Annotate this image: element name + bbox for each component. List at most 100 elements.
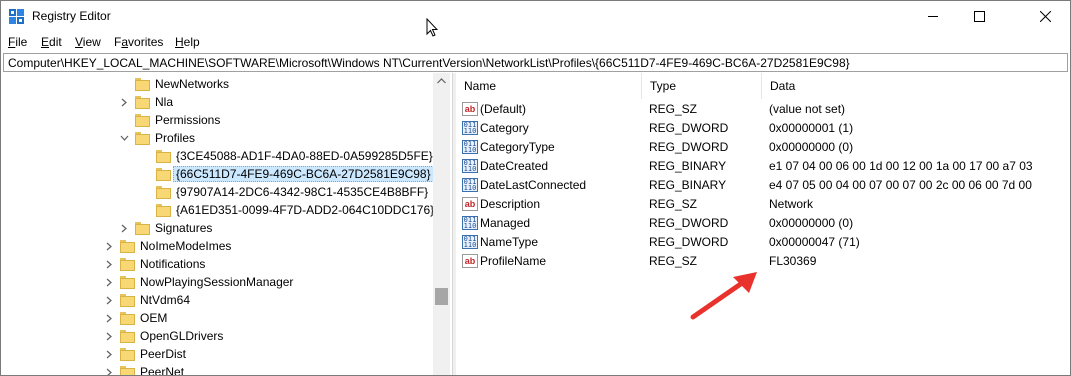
- column-header-name-label: Name: [464, 79, 497, 93]
- registry-editor-window: Registry Editor File Edit View Favorites…: [0, 0, 1071, 376]
- tree-item[interactable]: {66C511D7-4FE9-469C-BC6A-27D2581E9C98}: [140, 165, 434, 183]
- chevron-right-icon[interactable]: [119, 97, 129, 107]
- tree-item[interactable]: Permissions: [119, 111, 220, 129]
- address-bar[interactable]: Computer\HKEY_LOCAL_MACHINE\SOFTWARE\Mic…: [3, 53, 1068, 72]
- menu-view[interactable]: View: [75, 35, 101, 49]
- tree-item[interactable]: Profiles: [119, 129, 195, 147]
- value-row[interactable]: ab Description REG_SZ Network: [456, 194, 1070, 213]
- key-tree[interactable]: NewNetworks Nla Permissions Profiles {3CE450…: [2, 73, 451, 375]
- menu-edit-label: dit: [49, 35, 62, 49]
- tree-item-label: NowPlayingSessionManager: [140, 275, 294, 289]
- string-value-icon: ab: [462, 196, 478, 211]
- value-row[interactable]: 011 110 Category REG_DWORD 0x00000001 (1): [456, 118, 1070, 137]
- minimize-button[interactable]: [910, 1, 956, 32]
- binary-value-icon: 011 110: [462, 215, 478, 230]
- chevron-down-icon[interactable]: [119, 133, 129, 143]
- tree-item-label: OpenGLDrivers: [140, 329, 224, 343]
- registry-editor-icon: [9, 9, 24, 24]
- value-type: REG_DWORD: [649, 215, 729, 230]
- chevron-right-icon[interactable]: [104, 277, 114, 287]
- tree-item-label: PeerDist: [140, 347, 187, 361]
- value-row[interactable]: 011 110 NameType REG_DWORD 0x00000047 (71): [456, 232, 1070, 251]
- close-button[interactable]: [1022, 1, 1068, 32]
- menu-favorites[interactable]: Favorites: [114, 35, 163, 49]
- tree-item[interactable]: {A61ED351-0099-4F7D-ADD2-064C10DDC176}: [140, 201, 434, 219]
- maximize-icon: [973, 11, 985, 22]
- tree-item[interactable]: NewNetworks: [119, 75, 229, 93]
- menu-view-accel: V: [75, 35, 83, 49]
- menu-help[interactable]: Help: [175, 35, 200, 49]
- chevron-right-icon[interactable]: [104, 313, 114, 323]
- tree-item[interactable]: NtVdm64: [104, 291, 190, 309]
- value-type: REG_DWORD: [649, 234, 729, 249]
- tree-item-label: PeerNet: [140, 365, 185, 375]
- value-data: 0x00000000 (0): [769, 215, 854, 230]
- tree-item-label: Notifications: [140, 257, 206, 271]
- value-row[interactable]: 011 110 DateCreated REG_BINARY e1 07 04 00 0…: [456, 156, 1070, 175]
- tree-item[interactable]: Nla: [119, 93, 173, 111]
- folder-icon: [135, 95, 150, 109]
- value-type: REG_DWORD: [649, 139, 729, 154]
- column-header-data-label: Data: [770, 79, 796, 93]
- chevron-right-icon[interactable]: [104, 295, 114, 305]
- tree-item[interactable]: Signatures: [119, 219, 212, 237]
- value-name: Category: [480, 120, 529, 135]
- column-header-type[interactable]: Type: [642, 73, 762, 99]
- tree-item[interactable]: OpenGLDrivers: [104, 327, 223, 345]
- value-data: e4 07 05 00 04 00 07 00 07 00 2c 00 06 0…: [769, 177, 1032, 192]
- tree-item-label: Profiles: [155, 131, 196, 145]
- chevron-right-icon[interactable]: [104, 349, 114, 359]
- menu-file[interactable]: File: [8, 35, 27, 49]
- folder-icon: [135, 131, 150, 145]
- menu-help-accel: H: [175, 35, 184, 49]
- chevron-right-icon[interactable]: [104, 367, 114, 375]
- folder-icon: [120, 329, 135, 343]
- folder-icon: [156, 149, 171, 163]
- tree-item[interactable]: PeerDist: [104, 345, 186, 363]
- value-name: DateLastConnected: [480, 177, 587, 192]
- folder-icon: [135, 77, 150, 91]
- values-list[interactable]: Name Type Data ab (Default) REG_SZ (value n…: [456, 73, 1070, 375]
- maximize-button[interactable]: [956, 1, 1002, 32]
- scroll-up-icon[interactable]: [437, 78, 446, 84]
- tree-scrollbar[interactable]: [433, 73, 450, 375]
- chevron-right-icon[interactable]: [119, 223, 129, 233]
- menu-file-label: ile: [15, 35, 28, 49]
- menu-help-label: elp: [183, 35, 200, 49]
- tree-item[interactable]: {97907A14-2DC6-4342-98C1-4535CE4B8BFF}: [140, 183, 428, 201]
- address-path[interactable]: Computer\HKEY_LOCAL_MACHINE\SOFTWARE\Mic…: [8, 56, 850, 70]
- chevron-right-icon[interactable]: [104, 331, 114, 341]
- tree-item[interactable]: NowPlayingSessionManager: [104, 273, 293, 291]
- tree-item[interactable]: Notifications: [104, 255, 205, 273]
- value-row[interactable]: 011 110 CategoryType REG_DWORD 0x00000000 (0…: [456, 137, 1070, 156]
- value-data: 0x00000047 (71): [769, 234, 860, 249]
- value-name: DateCreated: [480, 158, 549, 173]
- binary-value-icon: 011 110: [462, 177, 478, 192]
- chevron-right-icon[interactable]: [104, 241, 114, 251]
- tree-item-label: NoImeModeImes: [140, 239, 232, 253]
- value-name: (Default): [480, 101, 527, 116]
- value-data: e1 07 04 00 06 00 1d 00 12 00 1a 00 17 0…: [769, 158, 1033, 173]
- tree-item-label: NtVdm64: [140, 293, 191, 307]
- column-header-data[interactable]: Data: [762, 73, 1070, 99]
- binary-value-icon: 011 110: [462, 139, 478, 154]
- value-data: (value not set): [769, 101, 846, 116]
- tree-scroll-thumb[interactable]: [435, 288, 448, 305]
- title-bar[interactable]: Registry Editor: [1, 1, 1070, 37]
- menu-edit[interactable]: Edit: [41, 35, 62, 49]
- value-row[interactable]: 011 110 DateLastConnected REG_BINARY e4 07 0…: [456, 175, 1070, 194]
- column-header-name[interactable]: Name: [456, 73, 642, 99]
- value-row[interactable]: ab (Default) REG_SZ (value not set): [456, 99, 1070, 118]
- tree-item[interactable]: {3CE45088-AD1F-4DA0-88ED-0A599285D5FE}: [140, 147, 433, 165]
- tree-item[interactable]: NoImeModeImes: [104, 237, 231, 255]
- folder-icon: [135, 221, 150, 235]
- tree-item[interactable]: PeerNet: [104, 363, 184, 375]
- chevron-right-icon[interactable]: [104, 259, 114, 269]
- folder-icon: [135, 113, 150, 127]
- value-row[interactable]: 011 110 Managed REG_DWORD 0x00000000 (0): [456, 213, 1070, 232]
- menu-favorites-label: vorites: [128, 35, 164, 49]
- folder-icon: [156, 167, 171, 181]
- value-name: CategoryType: [480, 139, 555, 154]
- tree-item[interactable]: OEM: [104, 309, 167, 327]
- value-row[interactable]: ab ProfileName REG_SZ FL30369: [456, 251, 1070, 270]
